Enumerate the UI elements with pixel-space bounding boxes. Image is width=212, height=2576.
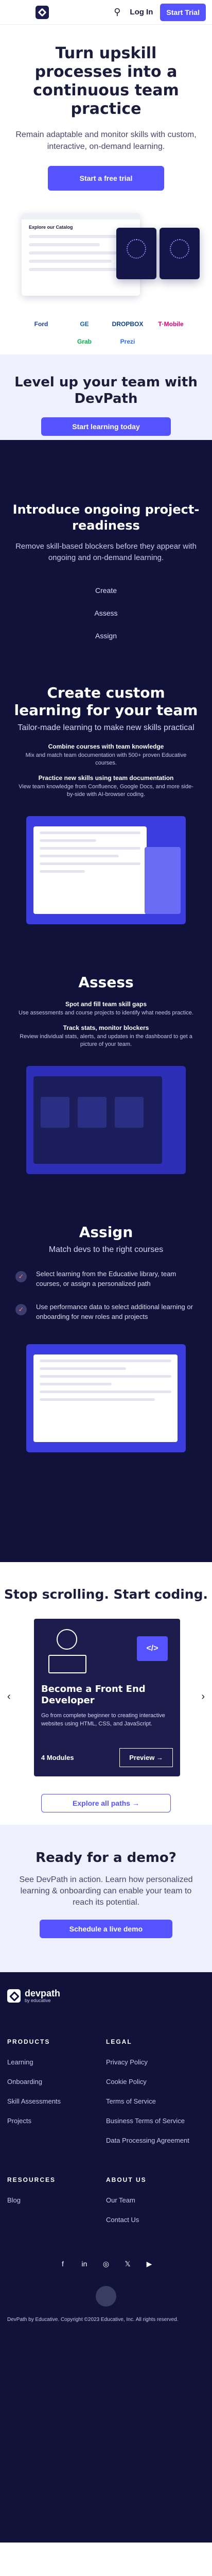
free-trial-button[interactable]: Start a free trial bbox=[48, 166, 164, 191]
certification-badge bbox=[96, 2286, 116, 2307]
feature-title: Practice new skills using team documenta… bbox=[38, 774, 174, 782]
footer-col-resources: RESOURCES Blog bbox=[7, 2176, 106, 2235]
footer-link[interactable]: Data Processing Agreement bbox=[106, 2136, 200, 2145]
demo-text: See DevPath in action. Learn how persona… bbox=[19, 1875, 193, 1907]
chevron-right-icon[interactable]: › bbox=[201, 1691, 205, 1703]
footer-link[interactable]: Blog bbox=[7, 2196, 101, 2205]
linkedin-icon[interactable]: in bbox=[74, 2260, 95, 2268]
paths-section: Stop scrolling. Start coding. ‹ </> Beco… bbox=[0, 1562, 212, 1825]
chevron-left-icon[interactable]: ‹ bbox=[7, 1691, 11, 1703]
preview-button[interactable]: Preview → bbox=[119, 1748, 173, 1767]
feature-text: View team knowledge from Confluence, Goo… bbox=[19, 784, 193, 798]
devpath-logo[interactable] bbox=[36, 5, 49, 19]
dropbox-logo: DROPBOX bbox=[112, 320, 144, 328]
path-card[interactable]: </> Become a Front End Developer Go from… bbox=[34, 1619, 180, 1776]
prezi-logo: Prezi bbox=[120, 338, 135, 345]
site-footer: devpath by educative PRODUCTS Learning O… bbox=[0, 1972, 212, 2543]
feature-tabs: Create Assess Assign bbox=[0, 586, 212, 640]
tab-assign[interactable]: Assign bbox=[0, 632, 212, 640]
module-count: 4 Modules bbox=[41, 1754, 74, 1761]
tab-assess[interactable]: Assess bbox=[0, 609, 212, 617]
create-subtitle: Tailor-made learning to make new skills … bbox=[17, 723, 195, 732]
tmobile-logo: T·Mobile bbox=[158, 320, 184, 328]
feature-title: Combine courses with team knowledge bbox=[48, 743, 164, 750]
schedule-demo-button[interactable]: Schedule a live demo bbox=[40, 1920, 172, 1938]
intro-title: Introduce ongoing project-readiness bbox=[12, 502, 200, 533]
product-screenshot: Explore our Catalog bbox=[13, 207, 200, 300]
demo-title: Ready for a demo? bbox=[36, 1850, 176, 1866]
feature-title: Track stats, monitor blockers bbox=[63, 1024, 149, 1031]
footer-logo[interactable]: devpath by educative bbox=[7, 1989, 205, 2003]
hero-title: Turn upskill processes into a continuous… bbox=[33, 44, 179, 118]
footer-link[interactable]: Onboarding bbox=[7, 2077, 101, 2087]
levelup-section: Level up your team with DevPath Start le… bbox=[0, 354, 212, 440]
create-block: Create custom learning for your team Tai… bbox=[0, 684, 212, 924]
levelup-title: Level up your team with DevPath bbox=[14, 375, 198, 406]
check-icon: ✓ bbox=[15, 1304, 27, 1315]
tab-create[interactable]: Create bbox=[0, 586, 212, 595]
footer-col-about: ABOUT US Our Team Contact Us bbox=[106, 2176, 205, 2235]
paths-carousel: ‹ </> Become a Front End Developer Go fr… bbox=[0, 1619, 212, 1776]
course-card bbox=[160, 228, 200, 279]
explore-paths-button[interactable]: Explore all paths → bbox=[41, 1794, 171, 1812]
hero-subtitle: Remain adaptable and monitor skills with… bbox=[15, 130, 197, 151]
ford-logo: Ford bbox=[34, 320, 48, 328]
feature-title: Spot and fill team skill gaps bbox=[65, 1001, 147, 1008]
hero-section: Turn upskill processes into a continuous… bbox=[0, 25, 212, 354]
assess-block: Assess Spot and fill team skill gaps Use… bbox=[0, 974, 212, 1174]
create-screenshot bbox=[21, 816, 191, 924]
footer-link[interactable]: Learning bbox=[7, 2058, 101, 2067]
assign-item: ✓ Use performance data to select additio… bbox=[0, 1302, 212, 1321]
footer-link[interactable]: Projects bbox=[7, 2116, 101, 2126]
assign-item: ✓ Select learning from the Educative lib… bbox=[0, 1269, 212, 1289]
instagram-icon[interactable]: ◎ bbox=[95, 2260, 117, 2268]
footer-link[interactable]: Terms of Service bbox=[106, 2097, 200, 2106]
course-card bbox=[116, 228, 156, 279]
code-icon: </> bbox=[137, 1636, 168, 1661]
footer-links-2: RESOURCES Blog ABOUT US Our Team Contact… bbox=[7, 2176, 205, 2235]
path-title: Become a Front End Developer bbox=[41, 1684, 146, 1706]
facebook-icon[interactable]: f bbox=[52, 2260, 74, 2268]
footer-link[interactable]: Skill Assessments bbox=[7, 2097, 101, 2106]
site-header: ⚲ Log In Start Trial bbox=[0, 0, 212, 25]
start-learning-button[interactable]: Start learning today bbox=[41, 417, 171, 436]
devpath-logo-icon bbox=[7, 1989, 21, 2003]
customer-logos: Ford GE DROPBOX T·Mobile Grab Prezi bbox=[0, 315, 212, 350]
assign-block: Assign Match devs to the right courses ✓… bbox=[0, 1224, 212, 1452]
twitter-icon[interactable]: 𝕏 bbox=[117, 2260, 138, 2268]
assess-title: Assess bbox=[78, 974, 134, 991]
assign-title: Assign bbox=[79, 1224, 133, 1241]
ge-logo: GE bbox=[80, 320, 89, 328]
youtube-icon[interactable]: ▶ bbox=[138, 2260, 160, 2268]
intro-lead: Remove skill-based blockers before they … bbox=[15, 542, 197, 562]
features-section: Introduce ongoing project-readiness Remo… bbox=[0, 440, 212, 1562]
copyright: DevPath by Educative. Copyright ©2023 Ed… bbox=[7, 2317, 179, 2323]
social-links: f in ◎ 𝕏 ▶ bbox=[7, 2260, 205, 2268]
footer-col-products: PRODUCTS Learning Onboarding Skill Asses… bbox=[7, 2038, 106, 2156]
footer-link[interactable]: Contact Us bbox=[106, 2215, 200, 2225]
footer-col-legal: LEGAL Privacy Policy Cookie Policy Terms… bbox=[106, 2038, 205, 2156]
assign-screenshot bbox=[21, 1344, 191, 1452]
start-trial-button[interactable]: Start Trial bbox=[160, 3, 206, 21]
feature-text: Mix and match team documentation with 50… bbox=[25, 752, 187, 766]
footer-link[interactable]: Cookie Policy bbox=[106, 2077, 200, 2087]
feature-text: Review individual stats, alerts, and upd… bbox=[20, 1033, 192, 1047]
path-description: Go from complete beginner to creating in… bbox=[41, 1713, 165, 1727]
footer-link[interactable]: Our Team bbox=[106, 2196, 200, 2205]
footer-link[interactable]: Business Terms of Service bbox=[106, 2116, 200, 2126]
developer-illustration: </> bbox=[41, 1625, 173, 1676]
check-icon: ✓ bbox=[15, 1271, 27, 1282]
footer-link[interactable]: Privacy Policy bbox=[106, 2058, 200, 2067]
login-link[interactable]: Log In bbox=[130, 8, 153, 16]
footer-links: PRODUCTS Learning Onboarding Skill Asses… bbox=[7, 2038, 205, 2156]
feature-text: Use assessments and course projects to i… bbox=[19, 1010, 193, 1016]
search-icon[interactable]: ⚲ bbox=[114, 7, 120, 18]
grab-logo: Grab bbox=[77, 338, 92, 345]
paths-title: Stop scrolling. Start coding. bbox=[4, 1587, 208, 1602]
demo-section: Ready for a demo? See DevPath in action.… bbox=[0, 1825, 212, 1972]
create-title: Create custom learning for your team bbox=[14, 684, 198, 719]
assign-subtitle: Match devs to the right courses bbox=[48, 1245, 164, 1254]
assess-screenshot bbox=[21, 1066, 191, 1174]
